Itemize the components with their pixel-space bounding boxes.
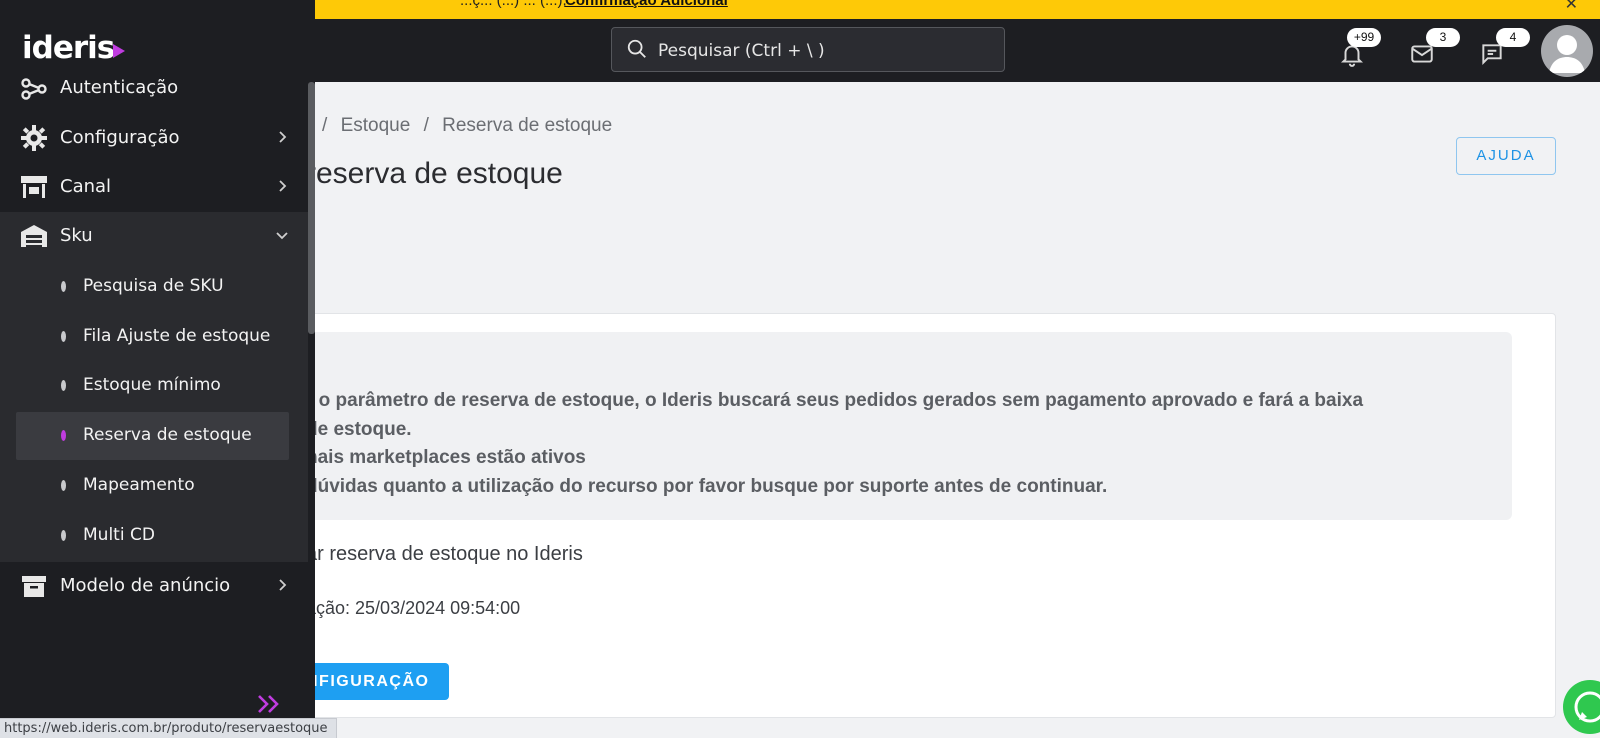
breadcrumb-estoque[interactable]: Estoque: [341, 115, 411, 136]
avatar[interactable]: [1541, 25, 1593, 77]
sidebar-item-sku[interactable]: Sku: [0, 212, 308, 260]
sidebar-item-label: Autenticação: [60, 77, 179, 98]
alert-line: de estoque.: [306, 419, 412, 440]
user-icon: [1549, 35, 1585, 73]
gear-icon: [21, 125, 47, 151]
bullet-icon: [61, 430, 66, 441]
chevron-down-icon: [276, 232, 288, 240]
sidebar-subitem-label: Reserva de estoque: [83, 425, 252, 445]
storefront-icon: [21, 176, 47, 198]
sidebar: ideris Autenticação Configuração Canal S…: [0, 0, 315, 738]
sidebar-item-label: Modelo de anúncio: [60, 575, 231, 596]
sidebar-item-label: Configuração: [60, 127, 180, 148]
chevron-right-icon: [279, 180, 287, 192]
bullet-icon: [61, 331, 66, 342]
chevron-right-icon: [279, 131, 287, 143]
alert-line: r o parâmetro de reserva de estoque, o I…: [306, 390, 1364, 411]
sidebar-subitem-label: Estoque mínimo: [83, 375, 221, 395]
sidebar-subitem-label: Mapeamento: [83, 475, 195, 495]
sidebar-subitem-multi-cd[interactable]: Multi CD: [16, 512, 289, 560]
page-title: reserva de estoque: [306, 157, 563, 190]
sidebar-subitem-mapeamento[interactable]: Mapeamento: [16, 462, 289, 510]
sidebar-item-autenticacao[interactable]: Autenticação: [0, 64, 308, 112]
sidebar-subitem-estoque-minimo[interactable]: Estoque mínimo: [16, 362, 289, 410]
messages-badge: 3: [1426, 28, 1460, 47]
whatsapp-button[interactable]: [1563, 680, 1600, 734]
sidebar-subitem-label: Multi CD: [83, 525, 155, 545]
chat-badge: 4: [1496, 28, 1530, 47]
ideris-logo[interactable]: ideris: [22, 30, 115, 66]
sidebar-item-label: Canal: [60, 176, 112, 197]
breadcrumb-separator: /: [423, 115, 429, 136]
search-input[interactable]: Pesquisar (Ctrl + \ ): [611, 27, 1005, 72]
bullet-icon: [61, 480, 66, 491]
double-chevron-right-icon[interactable]: [256, 693, 282, 715]
breadcrumb-current: Reserva de estoque: [442, 115, 613, 136]
bullet-icon: [61, 380, 66, 391]
logo-triangle-icon: [113, 44, 125, 58]
sidebar-subitem-fila-ajuste[interactable]: Fila Ajuste de estoque: [16, 313, 289, 361]
search-placeholder: Pesquisar (Ctrl + \ ): [658, 41, 825, 61]
status-bar-url: https://web.ideris.com.br/produto/reserv…: [0, 718, 337, 738]
help-button[interactable]: AJUDA: [1456, 137, 1556, 175]
banner-text: ...ç... (...) ... (...),: [460, 0, 567, 9]
sidebar-item-canal[interactable]: Canal: [0, 163, 308, 211]
alert-line: dúvidas quanto a utilização do recurso p…: [306, 476, 1108, 497]
sidebar-subitem-pesquisa-sku[interactable]: Pesquisa de SKU: [16, 263, 289, 311]
warehouse-icon: [21, 225, 47, 247]
sidebar-subitem-label: Pesquisa de SKU: [83, 276, 224, 296]
alert-line: nais marketplaces estão ativos: [306, 447, 586, 468]
sidebar-item-label: Sku: [60, 225, 93, 246]
save-configuration-button[interactable]: NFIGURAÇÃO: [300, 663, 449, 700]
sidebar-scrollbar[interactable]: [308, 82, 315, 334]
breadcrumb-separator: /: [322, 115, 328, 136]
bullet-icon: [61, 281, 66, 292]
breadcrumb: / Estoque / Reserva de estoque: [322, 115, 620, 137]
chevron-right-icon: [279, 579, 287, 591]
sidebar-item-configuracao[interactable]: Configuração: [0, 114, 308, 162]
search-icon: [627, 39, 646, 58]
whatsapp-icon: [1574, 691, 1600, 723]
share-nodes-icon: [21, 78, 47, 100]
archive-box-icon: [22, 576, 46, 597]
close-icon[interactable]: ✕: [1565, 0, 1578, 14]
sidebar-subitem-label: Fila Ajuste de estoque: [83, 326, 271, 346]
notifications-badge: +99: [1347, 28, 1381, 47]
last-update-text: ação: 25/03/2024 09:54:00: [306, 598, 521, 618]
enable-reservation-label: ar reserva de estoque no Ideris: [306, 543, 583, 565]
sidebar-subitem-reserva-estoque[interactable]: Reserva de estoque: [16, 412, 289, 460]
sidebar-item-modelo-anuncio[interactable]: Modelo de anúncio: [0, 562, 308, 610]
bullet-icon: [61, 530, 66, 541]
banner-link[interactable]: Confirmação Adicional: [565, 0, 728, 9]
